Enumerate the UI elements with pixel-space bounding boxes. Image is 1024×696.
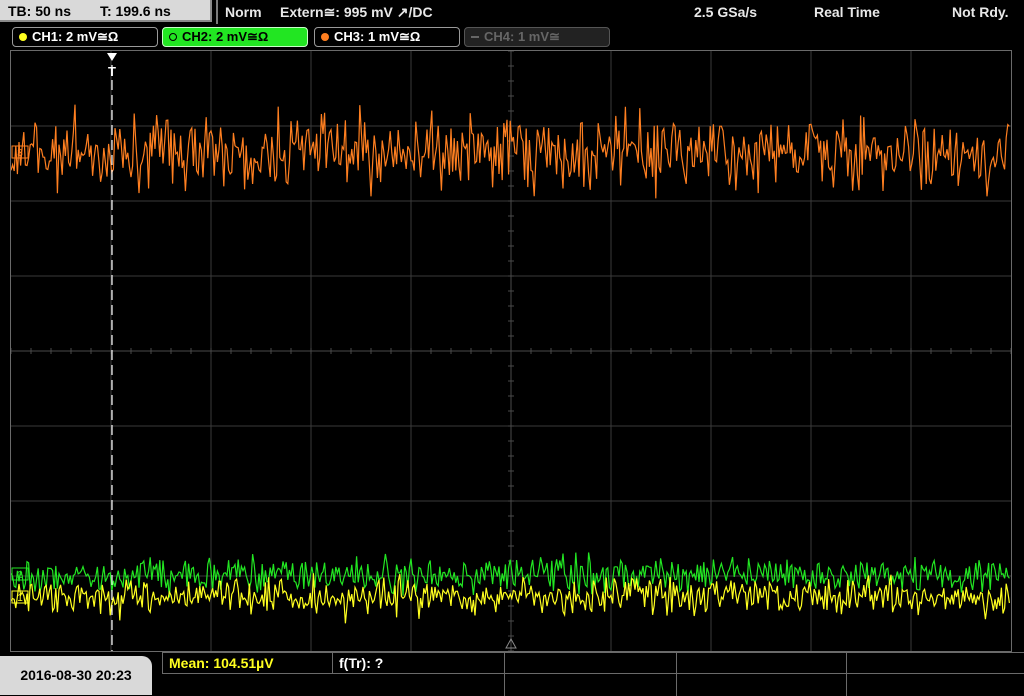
channel-2-dot-icon xyxy=(169,33,177,41)
channel-4-tab[interactable]: CH4: 1 mV≅ xyxy=(464,27,610,47)
svg-text:2: 2 xyxy=(17,570,23,581)
channel-3-tab[interactable]: CH3: 1 mV≅Ω xyxy=(314,27,460,47)
channel-1-label: CH1: 2 mV≅Ω xyxy=(32,29,119,44)
waveform-display[interactable]: T 3 2 1 xyxy=(10,50,1012,652)
svg-text:3: 3 xyxy=(17,148,23,159)
status-bar: TB: 50 ns T: 199.6 ns Norm Extern≅: 995 … xyxy=(0,0,1024,24)
trigger-arrow-icon xyxy=(107,53,117,61)
measurement-slot-5[interactable] xyxy=(846,653,1024,674)
trigger-mode[interactable]: Norm xyxy=(225,0,262,24)
measurement-divider xyxy=(676,674,677,696)
separator xyxy=(216,0,218,24)
measurement-slot-3[interactable] xyxy=(504,653,676,674)
channel-3-trace xyxy=(11,104,1010,199)
waveform-canvas: T 3 2 1 xyxy=(11,51,1011,651)
channel-3-dot-icon xyxy=(321,33,329,41)
frequency-measurement[interactable]: f(Tr): ? xyxy=(332,653,504,674)
channel-1-dot-icon xyxy=(19,33,27,41)
acquisition-mode: Real Time xyxy=(814,4,880,20)
timebase-value: TB: 50 ns xyxy=(8,3,72,19)
trigger-time-value: T: 199.6 ns xyxy=(100,3,171,19)
mean-measurement[interactable]: Mean: 104.51µV xyxy=(162,653,332,674)
measurement-divider xyxy=(846,674,847,696)
channel-4-label: CH4: 1 mV≅ xyxy=(484,29,560,44)
channel-4-dash-icon xyxy=(471,36,479,38)
sample-rate: 2.5 GSa/s xyxy=(694,4,758,20)
channel-2-tab[interactable]: CH2: 2 mV≅Ω xyxy=(162,27,308,47)
trigger-source[interactable]: Extern≅: 995 mV ↗/DC xyxy=(280,0,433,24)
measurement-bar: Mean: 104.51µV f(Tr): ? xyxy=(162,652,1024,696)
trigger-marker-label: T xyxy=(108,64,116,79)
channel-2-label: CH2: 2 mV≅Ω xyxy=(182,29,269,44)
svg-text:1: 1 xyxy=(17,593,23,604)
measurement-slot-4[interactable] xyxy=(676,653,846,674)
channel-1-tab[interactable]: CH1: 2 mV≅Ω xyxy=(12,27,158,47)
trigger-status: Not Rdy. xyxy=(952,4,1009,20)
channel-3-label: CH3: 1 mV≅Ω xyxy=(334,29,421,44)
timebase-box[interactable]: TB: 50 ns T: 199.6 ns xyxy=(0,0,212,22)
datetime-display: 2016-08-30 20:23 xyxy=(0,656,152,695)
measurement-divider xyxy=(504,674,505,696)
